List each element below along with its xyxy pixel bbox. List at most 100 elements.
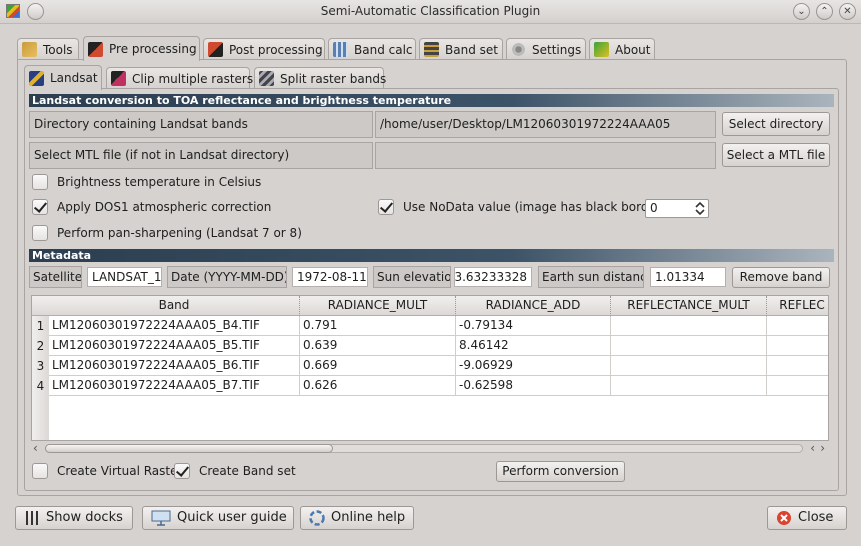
presentation-icon (151, 510, 171, 526)
band-set-icon (424, 42, 439, 57)
close-window-button[interactable]: ✕ (839, 3, 856, 20)
button-label: Quick user guide (177, 510, 287, 525)
brightness-celsius-checkbox[interactable]: Brightness temperature in Celsius (32, 174, 261, 190)
post-processing-icon (208, 42, 223, 57)
directory-field[interactable]: /home/user/Desktop/LM12060301972224AAA05 (375, 111, 716, 138)
scrollbar-thumb[interactable] (45, 444, 333, 453)
column-header-reflectance-mult[interactable]: REFLECTANCE_MULT (611, 296, 767, 316)
radiance-mult-cell[interactable]: 0.626 (300, 376, 456, 396)
reflectance-mult-cell[interactable] (611, 316, 767, 336)
close-button[interactable]: Close (767, 506, 847, 530)
reflectance-mult-cell[interactable] (611, 336, 767, 356)
radiance-mult-cell[interactable]: 0.791 (300, 316, 456, 336)
reflectance-add-cell[interactable] (767, 376, 828, 396)
satellite-label: Satellite (29, 266, 82, 288)
table-horizontal-scrollbar[interactable]: ‹ ‹ › (31, 441, 829, 455)
nodata-value-spinbox[interactable]: 0 (645, 199, 709, 218)
tab-label: About (615, 42, 651, 57)
tab-band-set[interactable]: Band set (419, 38, 503, 60)
tab-label: Split raster bands (280, 71, 387, 86)
conversion-section-title: Landsat conversion to TOA reflectance an… (29, 94, 834, 107)
sun-elevation-value: 53.63233328 (454, 270, 527, 284)
checkbox-box[interactable] (32, 225, 48, 241)
scroll-left-icon[interactable]: ‹ (33, 441, 38, 455)
scroll-right-icon[interactable]: › (820, 441, 825, 455)
checkbox-box[interactable] (174, 463, 190, 479)
table-header: Band RADIANCE_MULT RADIANCE_ADD REFLECTA… (32, 296, 828, 316)
tab-label: Pre processing (109, 42, 197, 56)
perform-conversion-button[interactable]: Perform conversion (496, 461, 625, 482)
band-cell[interactable]: LM12060301972224AAA05_B4.TIF (49, 316, 300, 336)
checkbox-box[interactable] (32, 463, 48, 479)
radiance-mult-cell[interactable]: 0.669 (300, 356, 456, 376)
minimize-button[interactable]: ⌄ (793, 3, 810, 20)
column-header-radiance-add[interactable]: RADIANCE_ADD (456, 296, 611, 316)
checkbox-label: Create Band set (199, 464, 296, 478)
tab-label: Band set (445, 42, 498, 57)
radiance-add-cell[interactable]: 8.46142 (456, 336, 611, 356)
nodata-checkbox[interactable]: Use NoData value (image has black border… (378, 199, 665, 215)
column-header-band[interactable]: Band (49, 296, 300, 316)
tab-landsat[interactable]: Landsat (24, 65, 102, 90)
spin-arrows-icon[interactable] (695, 201, 705, 216)
band-metadata-table[interactable]: Band RADIANCE_MULT RADIANCE_ADD REFLECTA… (31, 295, 829, 441)
tab-band-calc[interactable]: Band calc (328, 38, 416, 60)
settings-icon (511, 42, 526, 57)
tab-post-processing[interactable]: Post processing (203, 38, 325, 60)
radiance-add-cell[interactable]: -0.79134 (456, 316, 611, 336)
date-label: Date (YYYY-MM-DD) (167, 266, 287, 288)
window-title: Semi-Automatic Classification Plugin (320, 4, 541, 18)
radiance-mult-cell[interactable]: 0.639 (300, 336, 456, 356)
pansharpen-checkbox[interactable]: Perform pan-sharpening (Landsat 7 or 8) (32, 225, 302, 241)
sun-elevation-field[interactable]: 53.63233328 (454, 267, 532, 287)
create-band-set-checkbox[interactable]: Create Band set (174, 463, 296, 479)
band-cell[interactable]: LM12060301972224AAA05_B5.TIF (49, 336, 300, 356)
checkbox-label: Perform pan-sharpening (Landsat 7 or 8) (57, 226, 302, 240)
select-directory-button[interactable]: Select directory (722, 112, 830, 136)
radiance-add-cell[interactable]: -0.62598 (456, 376, 611, 396)
earth-sun-distance-field[interactable]: 1.01334 (650, 267, 726, 287)
button-label: Online help (331, 510, 406, 525)
dos1-checkbox[interactable]: Apply DOS1 atmospheric correction (32, 199, 271, 215)
checkbox-box[interactable] (32, 199, 48, 215)
tab-tools[interactable]: Tools (17, 38, 79, 60)
row-header-filler (32, 396, 49, 440)
reflectance-mult-cell[interactable] (611, 376, 767, 396)
split-icon (259, 71, 274, 86)
checkbox-box[interactable] (32, 174, 48, 190)
reflectance-add-cell[interactable] (767, 356, 828, 376)
tab-clip-multiple-rasters[interactable]: Clip multiple rasters (106, 67, 253, 89)
tab-about[interactable]: About (589, 38, 655, 60)
tab-label: Post processing (229, 42, 323, 57)
satellite-field[interactable]: LANDSAT_1 (87, 267, 162, 287)
tab-label: Band calc (354, 42, 413, 57)
select-mtl-button[interactable]: Select a MTL file (722, 143, 830, 167)
reflectance-add-cell[interactable] (767, 316, 828, 336)
create-virtual-raster-checkbox[interactable]: Create Virtual Raster (32, 463, 182, 479)
radiance-add-cell[interactable]: -9.06929 (456, 356, 611, 376)
date-field[interactable]: 1972-08-11 (292, 267, 368, 287)
tab-split-raster-bands[interactable]: Split raster bands (254, 67, 387, 89)
reflectance-mult-cell[interactable] (611, 356, 767, 376)
reflectance-add-cell[interactable] (767, 336, 828, 356)
band-cell[interactable]: LM12060301972224AAA05_B7.TIF (49, 376, 300, 396)
maximize-button[interactable]: ⌃ (816, 3, 833, 20)
tab-settings[interactable]: Settings (506, 38, 586, 60)
directory-label: Directory containing Landsat bands (29, 111, 373, 138)
column-header-reflectance-add[interactable]: REFLEC (767, 296, 828, 316)
tab-pre-processing[interactable]: Pre processing (83, 36, 200, 61)
checkbox-label: Brightness temperature in Celsius (57, 175, 262, 189)
show-docks-button[interactable]: Show docks (15, 506, 133, 530)
checkbox-box[interactable] (378, 199, 394, 215)
earth-sun-distance-label: Earth sun distance (538, 266, 644, 288)
checkbox-label: Create Virtual Raster (57, 464, 183, 478)
tab-label: Settings (532, 42, 582, 57)
mtl-field[interactable] (375, 142, 716, 169)
scroll-left-end-icon[interactable]: ‹ (810, 441, 815, 455)
band-cell[interactable]: LM12060301972224AAA05_B6.TIF (49, 356, 300, 376)
landsat-satellite-icon (29, 70, 44, 86)
remove-band-button[interactable]: Remove band (732, 267, 830, 288)
online-help-button[interactable]: Online help (300, 506, 414, 530)
column-header-radiance-mult[interactable]: RADIANCE_MULT (300, 296, 456, 316)
quick-user-guide-button[interactable]: Quick user guide (142, 506, 294, 530)
